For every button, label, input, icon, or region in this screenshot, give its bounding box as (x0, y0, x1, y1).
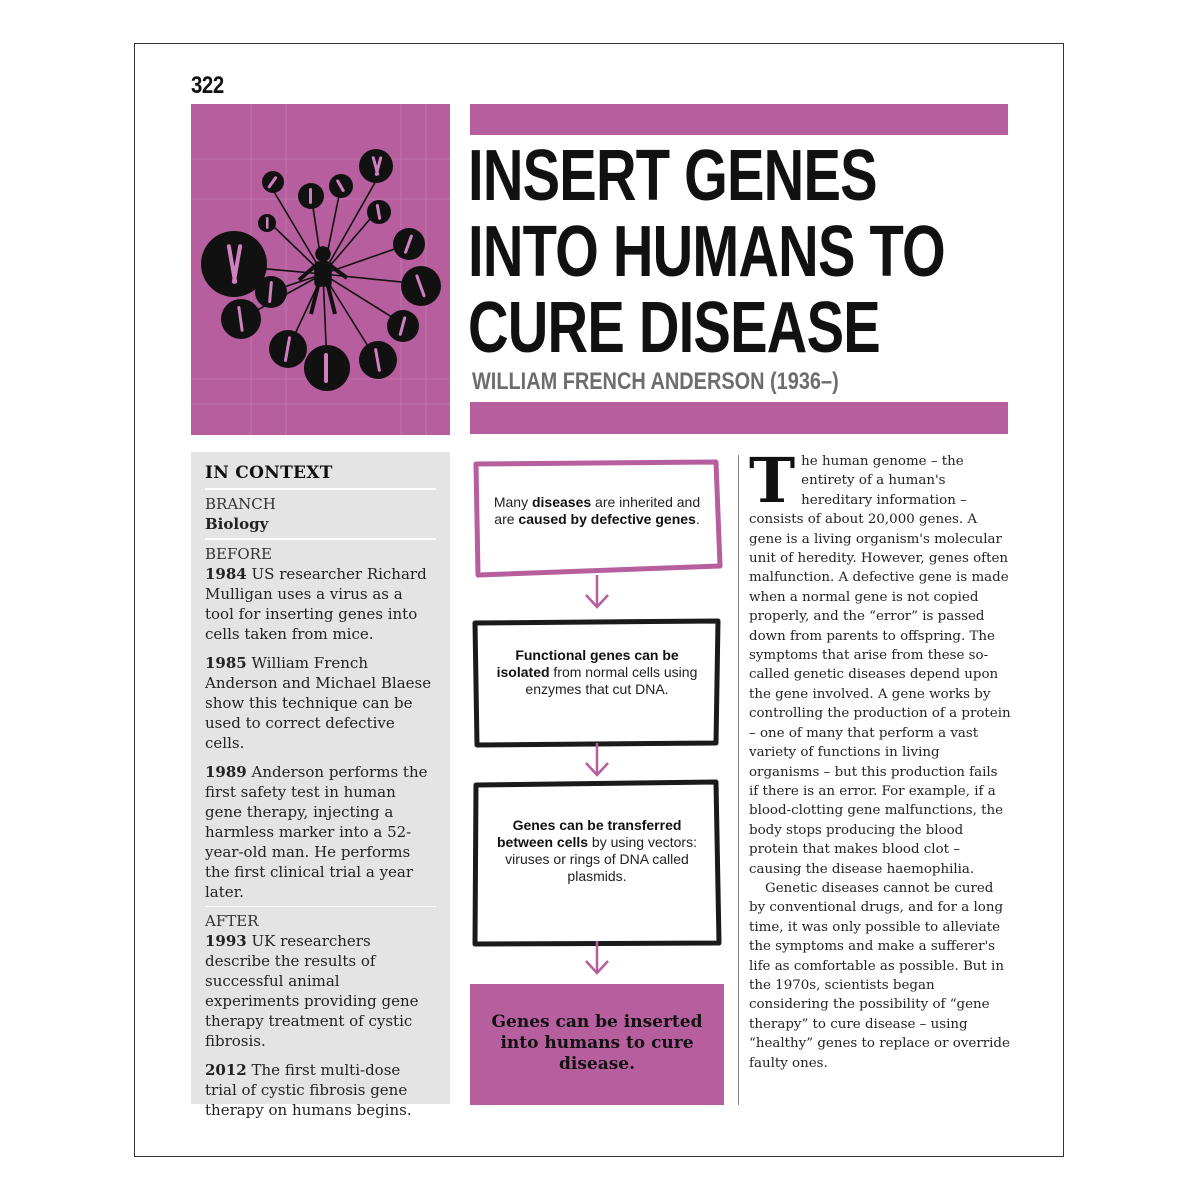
flow-box-functional-genes: Functional genes can be isolated from no… (470, 617, 724, 749)
entry-year: 2012 (205, 1061, 247, 1079)
conclusion-text: Genes can be inserted into humans to cur… (491, 1012, 703, 1074)
entry-year: 1993 (205, 932, 247, 950)
headline-bottom-bar (470, 402, 1008, 434)
divider (205, 906, 436, 907)
article-body: The human genome – the entirety of a hum… (749, 444, 1011, 1073)
drop-cap: T (749, 444, 796, 517)
entry-year: 1984 (205, 565, 247, 583)
divider (205, 488, 436, 490)
entry-year: 1985 (205, 654, 247, 672)
flowchart: Many diseases are inherited and are caus… (470, 455, 724, 1105)
flow-text: Many diseases are inherited and are caus… (493, 494, 701, 527)
timeline-entry-1984: 1984 US researcher Richard Mulligan uses… (205, 564, 436, 644)
flow-box-diseases: Many diseases are inherited and are caus… (470, 458, 724, 578)
entry-text: Anderson performs the first safety test … (205, 763, 428, 901)
illustration-panel (191, 104, 450, 435)
after-label: AFTER (205, 912, 259, 930)
flow-conclusion: Genes can be inserted into humans to cur… (470, 984, 724, 1105)
title-line-2: INTO HUMANS TO (468, 212, 946, 292)
before-label: BEFORE (205, 545, 272, 563)
paragraph: Genetic diseases cannot be cured by conv… (749, 880, 1010, 1071)
column-divider (738, 455, 739, 1105)
in-context-sidebar: IN CONTEXT BRANCH Biology BEFORE 1984 US… (191, 452, 450, 1119)
divider (205, 538, 436, 540)
page-number: 322 (191, 72, 224, 99)
page-title: INSERT GENES INTO HUMANS TO CURE DISEASE (468, 136, 946, 368)
timeline-entry-1993: 1993 UK researchers describe the results… (205, 931, 436, 1051)
flow-text: Functional genes can be isolated from no… (496, 647, 698, 697)
title-line-3: CURE DISEASE (468, 288, 881, 368)
down-arrow-icon (585, 743, 609, 777)
entry-year: 1989 (205, 763, 247, 781)
paragraph: The human genome – the entirety of a hum… (749, 444, 1011, 877)
branch-value: Biology (205, 515, 269, 533)
title-line-1: INSERT GENES (468, 136, 878, 216)
branch-label: BRANCH (205, 495, 276, 513)
flow-box-gene-transfer: Genes can be transferred between cells b… (470, 779, 724, 949)
timeline-entry-2012: 2012 The first multi-dose trial of cysti… (205, 1060, 436, 1120)
timeline-entry-1985: 1985 William French Anderson and Michael… (205, 653, 436, 753)
flow-text: Genes can be transferred between cells b… (497, 817, 697, 884)
gene-network-illustration (191, 104, 450, 435)
down-arrow-icon (585, 941, 609, 975)
down-arrow-icon (585, 575, 609, 609)
headline-top-bar (470, 104, 1008, 135)
in-context-heading: IN CONTEXT (205, 463, 333, 483)
author-byline: WILLIAM FRENCH ANDERSON (1936–) (472, 368, 839, 395)
timeline-entry-1989: 1989 Anderson performs the first safety … (205, 762, 436, 902)
